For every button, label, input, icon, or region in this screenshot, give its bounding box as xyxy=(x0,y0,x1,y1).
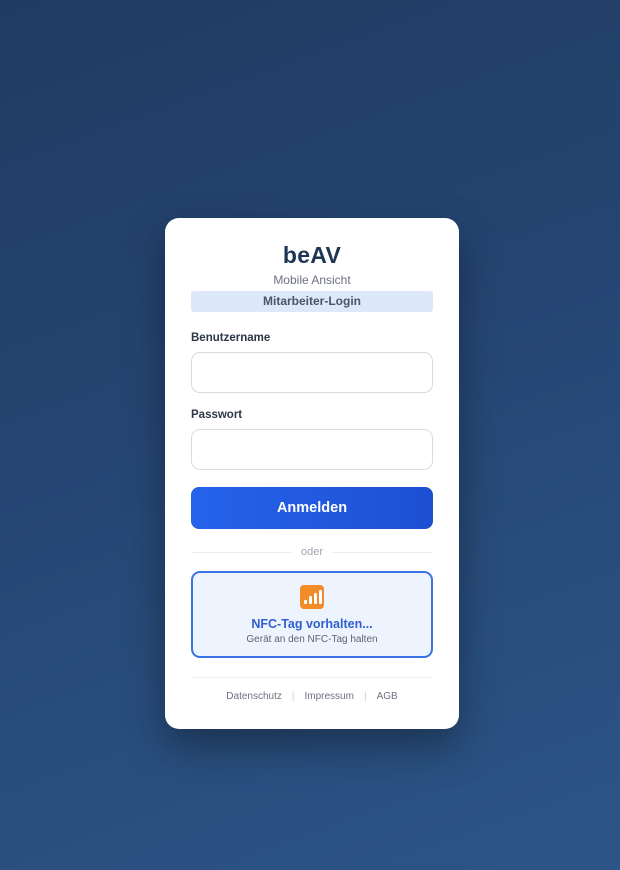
terms-link[interactable]: AGB xyxy=(377,691,398,702)
nfc-scan-button[interactable]: NFC-Tag vorhalten... Gerät an den NFC-Ta… xyxy=(191,571,433,658)
login-button[interactable]: Anmelden xyxy=(191,487,433,529)
app-title: beAV xyxy=(282,242,342,268)
app-subtitle: Mobile Ansicht xyxy=(273,273,351,287)
password-label: Passwort xyxy=(191,409,243,421)
login-mode-badge: Mitarbeiter-Login xyxy=(191,291,433,312)
divider-line-right xyxy=(333,551,433,553)
footer-divider: | xyxy=(291,691,295,702)
footer-divider: | xyxy=(363,691,367,702)
privacy-link[interactable]: Datenschutz xyxy=(226,691,282,702)
login-card: beAV Mobile Ansicht Mitarbeiter-Login Be… xyxy=(165,218,459,729)
username-label: Benutzername xyxy=(191,332,271,344)
footer-links: Datenschutz | Impressum | AGB xyxy=(191,691,433,702)
footer-separator xyxy=(191,677,433,678)
nfc-title: NFC-Tag vorhalten... xyxy=(251,617,373,631)
signal-bars-icon xyxy=(300,585,324,609)
password-input[interactable] xyxy=(191,429,433,470)
divider-text: oder xyxy=(300,546,324,558)
imprint-link[interactable]: Impressum xyxy=(305,691,354,702)
divider-line-left xyxy=(191,551,291,553)
nfc-subtitle: Gerät an den NFC-Tag halten xyxy=(246,634,378,645)
username-input[interactable] xyxy=(191,352,433,393)
or-divider: oder xyxy=(191,546,433,558)
